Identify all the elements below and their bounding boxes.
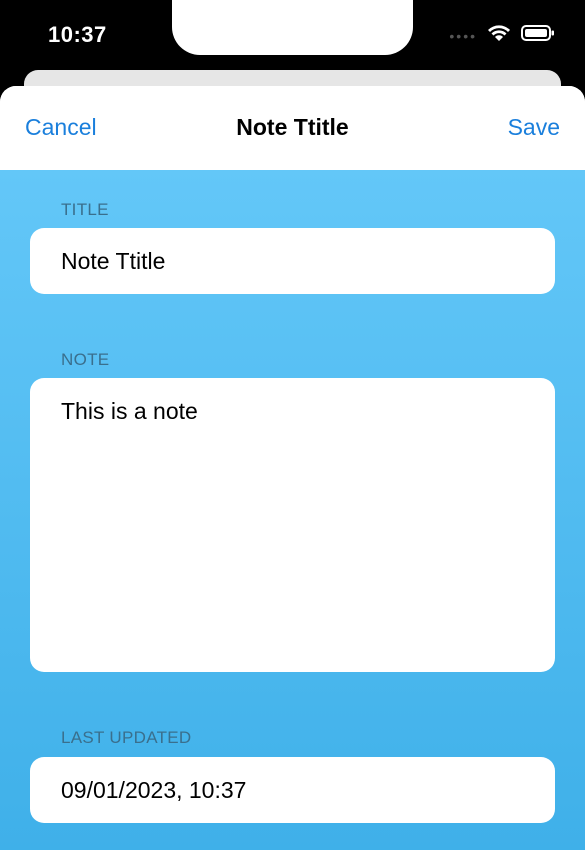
title-field[interactable]: Note Ttitle [30,228,555,294]
edit-note-sheet: Note Ttitle Cancel Save TITLE Note Ttitl… [0,86,585,850]
notch [172,0,413,55]
phone-screen: 10:37 •••• Note Ttitle Cancel Save TITLE [0,0,585,850]
status-time: 10:37 [48,22,107,47]
form-content: TITLE Note Ttitle NOTE This is a note LA… [0,170,585,850]
signal-dots-icon: •••• [449,27,477,44]
status-icons: •••• [449,24,555,47]
note-section-label: NOTE [61,350,110,369]
note-text-area[interactable]: This is a note [30,378,555,672]
last-updated-field[interactable]: 09/01/2023, 10:37 [30,757,555,823]
battery-icon [521,24,555,47]
last-updated-section-label: LAST UPDATED [61,728,192,747]
wifi-icon [487,24,511,47]
navigation-bar: Note Ttitle Cancel Save [0,86,585,170]
cancel-button[interactable]: Cancel [25,114,97,141]
save-button[interactable]: Save [508,114,560,141]
title-section-label: TITLE [61,200,109,219]
